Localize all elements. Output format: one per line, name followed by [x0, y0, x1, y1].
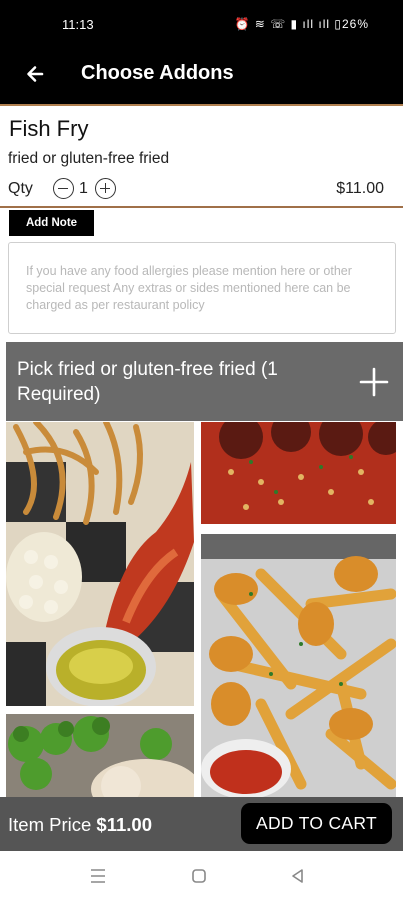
meatballs-image	[201, 422, 396, 524]
option-group-title: Pick fried or gluten-free fried (1 Requi…	[17, 359, 278, 405]
lobster-plate-image	[6, 422, 194, 706]
item-price: $11.00	[336, 180, 384, 197]
home-icon[interactable]	[191, 868, 207, 884]
back-button[interactable]	[20, 60, 50, 90]
qty-label: Qty	[8, 180, 33, 197]
qty-decrease-button[interactable]	[53, 178, 74, 199]
footer-price-value: $11.00	[96, 814, 152, 835]
status-indicators: ⏰ ≋ ☏ ▮ ıll ıll ▯26%	[234, 17, 369, 31]
food-photo-meatballs	[201, 422, 396, 524]
note-textarea[interactable]: If you have any food allergies please me…	[8, 242, 396, 334]
item-name: Fish Fry	[9, 116, 89, 141]
status-bar: 11:13 ⏰ ≋ ☏ ▮ ıll ıll ▯26%	[0, 0, 403, 50]
add-to-cart-button[interactable]: ADD TO CART	[241, 803, 392, 844]
fries-platter-image	[201, 534, 396, 797]
food-photo-broccoli	[6, 714, 194, 797]
plus-icon[interactable]	[359, 367, 389, 397]
option-group-header[interactable]: Pick fried or gluten-free fried (1 Requi…	[6, 342, 403, 421]
system-nav-bar	[0, 851, 403, 900]
food-photo-lobster	[6, 422, 194, 706]
arrow-left-icon	[27, 66, 44, 82]
status-time: 11:13	[62, 17, 94, 32]
back-triangle-icon[interactable]	[290, 868, 306, 884]
footer-price: Item Price $11.00	[8, 814, 152, 836]
item-description: fried or gluten-free fried	[8, 150, 170, 167]
menu-icon[interactable]	[89, 868, 107, 884]
broccoli-plate-image	[6, 714, 194, 797]
bottom-bar: Item Price $11.00 ADD TO CART	[0, 797, 403, 851]
footer-price-label: Item Price	[8, 814, 92, 835]
page-title: Choose Addons	[81, 62, 234, 84]
qty-increase-button[interactable]	[95, 178, 116, 199]
food-photo-fries	[201, 534, 396, 797]
qty-value: 1	[79, 180, 88, 197]
item-card: Fish Fry fried or gluten-free fried Qty …	[0, 106, 403, 206]
add-note-button[interactable]: Add Note	[9, 210, 94, 236]
addons-content: Fish Fry fried or gluten-free fried Qty …	[0, 104, 403, 797]
app-bar: Choose Addons	[0, 50, 403, 104]
